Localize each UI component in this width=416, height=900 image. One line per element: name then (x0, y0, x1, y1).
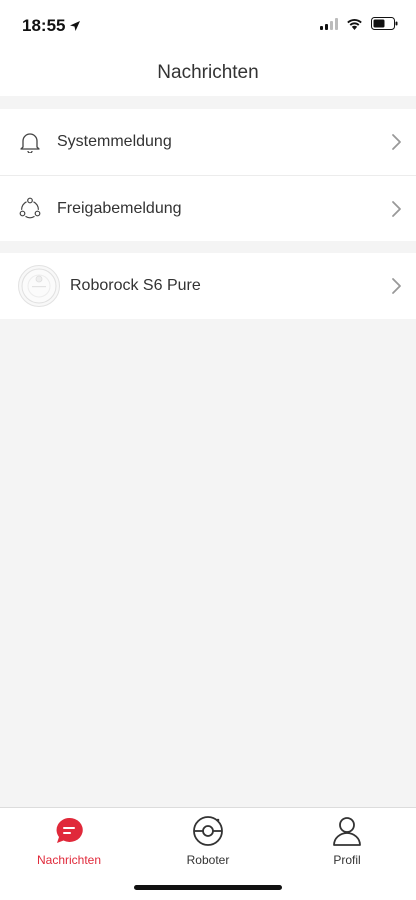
list-item-freigabemeldung[interactable]: Freigabemeldung (0, 176, 416, 241)
chevron-right-icon (392, 278, 401, 294)
tab-label: Nachrichten (36, 853, 102, 867)
status-bar: 18:55 (0, 0, 416, 50)
clock-text: 18:55 (22, 16, 66, 35)
nav-header: Nachrichten (0, 50, 416, 96)
list-item-roborock-s6-pure[interactable]: Roborock S6 Pure (0, 253, 416, 319)
location-arrow-icon (70, 21, 81, 31)
chevron-right-icon (392, 134, 401, 150)
battery-icon (371, 17, 398, 30)
page-title: Nachrichten (157, 62, 259, 83)
home-indicator[interactable] (134, 885, 282, 890)
tab-profil[interactable]: Profil (287, 814, 407, 874)
tab-label: Roboter (186, 853, 230, 867)
list-item-label: Roborock S6 Pure (70, 277, 201, 294)
status-time: 18:55 (22, 16, 81, 36)
chat-bubble-icon (52, 814, 86, 848)
list-item-systemmeldung[interactable]: Systemmeldung (0, 109, 416, 175)
robot-vacuum-icon (191, 814, 225, 848)
robot-vacuum-avatar (18, 265, 60, 307)
chevron-right-icon (392, 201, 401, 217)
wifi-icon (347, 18, 362, 30)
status-indicators (320, 17, 398, 30)
list-item-label: Freigabemeldung (57, 200, 182, 217)
cellular-signal-icon (320, 17, 338, 30)
person-icon (330, 814, 364, 848)
list-item-label: Systemmeldung (57, 133, 172, 150)
tab-nachrichten[interactable]: Nachrichten (9, 814, 129, 874)
tab-label: Profil (333, 853, 361, 867)
bell-icon (18, 130, 42, 154)
share-icon (18, 196, 42, 220)
tab-roboter[interactable]: Roboter (148, 814, 268, 874)
